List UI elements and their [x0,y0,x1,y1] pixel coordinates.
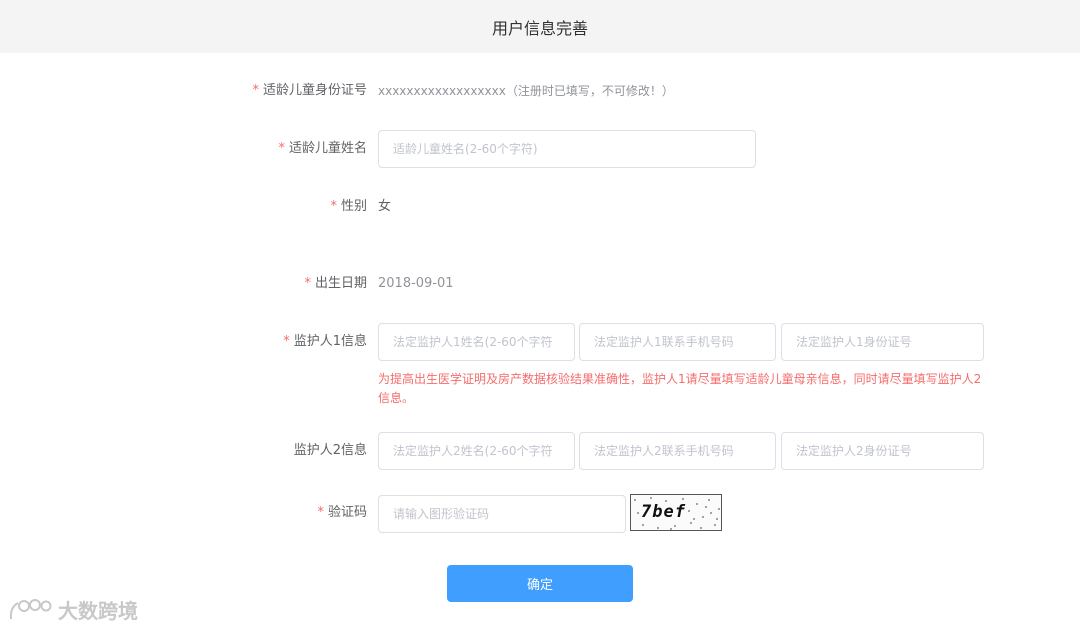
guardian2-name-input[interactable] [378,432,575,470]
guardian1-phone-input[interactable] [579,323,776,361]
guardian-warning-text: 为提高出生医学证明及房产数据核验结果准确性，监护人1请尽量填写适龄儿童母亲信息，… [378,372,982,405]
required-mark: * [252,83,259,98]
child-name-label: * 适龄儿童姓名 [278,141,367,156]
required-mark: * [278,141,285,156]
guardian2-label: 监护人2信息 [293,443,367,458]
required-mark: * [317,505,324,520]
id-card-value: xxxxxxxxxxxxxxxxxx（注册时已填写，不可修改！） [378,81,674,101]
birth-date-value: 2018-09-01 [378,276,454,291]
required-mark: * [330,199,337,214]
guardian1-name-input[interactable] [378,323,575,361]
required-mark: * [304,276,311,291]
captcha-code: 7bef [641,502,686,522]
required-mark: * [283,334,290,349]
watermark: 大数跨境 [8,595,138,624]
guardian1-id-input[interactable] [781,323,984,361]
guardian2-phone-input[interactable] [579,432,776,470]
id-card-label: * 适龄儿童身份证号 [252,83,367,98]
id-card-note: （注册时已填写，不可修改！） [505,84,674,98]
captcha-image[interactable]: 7bef [630,494,722,531]
captcha-label: * 验证码 [317,505,367,520]
watermark-text: 大数跨境 [58,599,138,623]
page-title: 用户信息完善 [491,18,588,38]
id-card-number: xxxxxxxxxxxxxxxxxx [378,84,506,98]
gender-value: 女 [378,199,392,214]
gender-label: * 性别 [330,199,367,214]
guardian2-id-input[interactable] [781,432,984,470]
watermark-logo-icon [9,598,52,619]
guardian1-label: * 监护人1信息 [283,334,367,349]
submit-button[interactable]: 确定 [447,565,633,602]
page-header: 用户信息完善 [0,0,1080,53]
captcha-input[interactable] [378,495,626,533]
birth-date-label: * 出生日期 [304,276,367,291]
child-name-input[interactable] [378,130,756,168]
